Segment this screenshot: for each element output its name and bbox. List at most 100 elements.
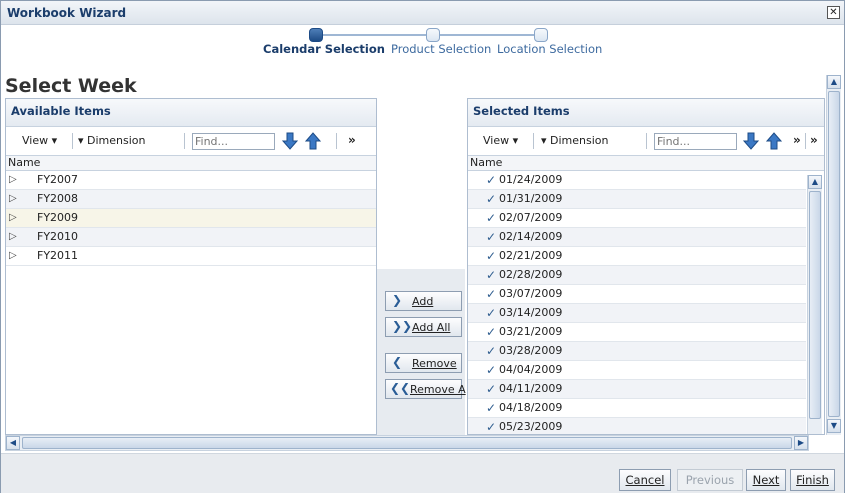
view-menu-button[interactable]: View ▾ xyxy=(22,134,57,147)
finish-button[interactable]: Finish xyxy=(790,469,835,491)
list-item[interactable]: ✓ 01/31/2009 xyxy=(468,190,806,209)
toolbar-separator xyxy=(533,133,534,149)
remove-all-button[interactable]: ❮❮ Remove A xyxy=(385,379,466,399)
close-icon[interactable]: ✕ xyxy=(827,6,840,19)
scroll-right-icon[interactable]: ▶ xyxy=(794,436,808,450)
toolbar-separator xyxy=(72,133,73,149)
selected-items-panel: Selected Items View ▾ ▾ Dimension » » Na… xyxy=(467,98,825,435)
remove-button[interactable]: ❮ Remove xyxy=(385,353,462,373)
selected-column-header[interactable]: Name xyxy=(468,155,824,171)
available-toolbar: View ▾ ▾ Dimension » xyxy=(6,129,376,155)
list-item[interactable]: ✓ 04/04/2009 xyxy=(468,361,806,380)
checkmark-icon: ✓ xyxy=(486,173,497,187)
list-item[interactable]: ✓ 02/14/2009 xyxy=(468,228,806,247)
train-label-location[interactable]: Location Selection xyxy=(497,42,602,56)
list-item[interactable]: ✓ 02/28/2009 xyxy=(468,266,806,285)
list-item[interactable]: ✓ 01/24/2009 xyxy=(468,171,806,190)
arrow-up-icon[interactable] xyxy=(766,132,782,150)
find-input[interactable] xyxy=(192,133,275,150)
list-item[interactable]: ✓ 03/07/2009 xyxy=(468,285,806,304)
available-column-header[interactable]: Name xyxy=(6,155,376,171)
toolbar-separator xyxy=(184,133,185,149)
double-chevron-icon[interactable]: » xyxy=(810,133,818,147)
view-menu-label: View xyxy=(483,134,510,147)
next-button[interactable]: Next xyxy=(746,469,786,491)
list-item[interactable]: ✓ 03/14/2009 xyxy=(468,304,806,323)
list-item[interactable]: ▷ FY2007 xyxy=(6,171,376,190)
page-horizontal-scrollbar[interactable]: ◀ ▶ xyxy=(5,435,809,451)
previous-button[interactable]: Previous xyxy=(677,469,743,491)
list-item-label: 03/21/2009 xyxy=(499,325,563,338)
available-panel-title: Available Items xyxy=(11,104,111,118)
checkmark-icon: ✓ xyxy=(486,401,497,415)
checkmark-icon: ✓ xyxy=(486,249,497,263)
scrollbar-thumb[interactable] xyxy=(809,191,821,419)
checkmark-icon: ✓ xyxy=(486,192,497,206)
scroll-up-icon[interactable]: ▲ xyxy=(808,175,822,189)
list-item[interactable]: ✓ 03/21/2009 xyxy=(468,323,806,342)
list-item-label: 04/11/2009 xyxy=(499,382,563,395)
add-button[interactable]: ❯ Add xyxy=(385,291,462,311)
move-all-right-icon: ❯❯ xyxy=(392,319,413,333)
scroll-down-icon[interactable]: ▼ xyxy=(827,419,841,433)
list-item[interactable]: ✓ 05/23/2009 xyxy=(468,418,806,434)
checkmark-icon: ✓ xyxy=(486,268,497,282)
dimension-menu-label: Dimension xyxy=(87,134,146,147)
remove-all-button-label: Remove A xyxy=(410,383,466,396)
arrow-up-icon[interactable] xyxy=(305,132,321,150)
find-input[interactable] xyxy=(654,133,737,150)
list-item[interactable]: ✓ 02/07/2009 xyxy=(468,209,806,228)
scroll-up-icon[interactable]: ▲ xyxy=(827,75,841,89)
page-vertical-scrollbar[interactable]: ▲ ▼ xyxy=(826,75,841,435)
checkmark-icon: ✓ xyxy=(486,211,497,225)
scrollbar-thumb[interactable] xyxy=(22,437,792,449)
train-stop-product[interactable] xyxy=(426,28,440,42)
remove-button-label: Remove xyxy=(412,357,457,370)
cancel-button[interactable]: Cancel xyxy=(619,469,671,491)
list-item[interactable]: ✓ 04/11/2009 xyxy=(468,380,806,399)
expand-triangle-icon[interactable]: ▷ xyxy=(9,190,17,208)
list-item[interactable]: ▷ FY2010 xyxy=(6,228,376,247)
train-label-calendar[interactable]: Calendar Selection xyxy=(263,42,385,56)
window-title: Workbook Wizard xyxy=(7,6,127,20)
list-item-label: 05/23/2009 xyxy=(499,420,563,433)
list-item[interactable]: ✓ 03/28/2009 xyxy=(468,342,806,361)
view-menu-button[interactable]: View ▾ xyxy=(483,134,518,147)
list-item[interactable]: ▷ FY2008 xyxy=(6,190,376,209)
expand-triangle-icon[interactable]: ▷ xyxy=(9,209,17,227)
checkmark-icon: ✓ xyxy=(486,363,497,377)
dimension-menu-button[interactable]: ▾ Dimension xyxy=(78,134,146,147)
arrow-down-icon[interactable] xyxy=(282,132,298,150)
add-all-button[interactable]: ❯❯ Add All xyxy=(385,317,462,337)
list-item-label: FY2009 xyxy=(37,211,79,224)
selected-list-scrollbar[interactable]: ▲ xyxy=(807,175,822,434)
list-item-label: 04/18/2009 xyxy=(499,401,563,414)
list-item-label: FY2011 xyxy=(37,249,79,262)
checkmark-icon: ✓ xyxy=(486,287,497,301)
train-stop-location[interactable] xyxy=(534,28,548,42)
list-item-label: FY2007 xyxy=(37,173,79,186)
selected-toolbar: View ▾ ▾ Dimension » » xyxy=(468,129,824,155)
train-stop-calendar[interactable] xyxy=(309,28,323,42)
arrow-down-icon[interactable] xyxy=(743,132,759,150)
toolbar-separator xyxy=(336,133,337,149)
expand-triangle-icon[interactable]: ▷ xyxy=(9,171,17,189)
selected-list: ✓ 01/24/2009 ✓ 01/31/2009 ✓ 02/07/2009 ✓ 02/… xyxy=(468,171,806,434)
list-item[interactable]: ▷ FY2011 xyxy=(6,247,376,266)
list-item[interactable]: ▷ FY2009 xyxy=(6,209,376,228)
train-connector xyxy=(440,34,534,36)
double-chevron-icon[interactable]: » xyxy=(793,133,801,147)
available-list: ▷ FY2007 ▷ FY2008 ▷ FY2009 ▷ FY2010 ▷ FY2011 xyxy=(6,171,376,266)
scrollbar-thumb[interactable] xyxy=(828,91,840,417)
expand-triangle-icon[interactable]: ▷ xyxy=(9,228,17,246)
dimension-menu-button[interactable]: ▾ Dimension xyxy=(541,134,609,147)
list-item[interactable]: ✓ 02/21/2009 xyxy=(468,247,806,266)
expand-triangle-icon[interactable]: ▷ xyxy=(9,247,17,265)
add-all-button-label: Add All xyxy=(412,321,451,334)
list-item-label: FY2008 xyxy=(37,192,79,205)
list-item[interactable]: ✓ 04/18/2009 xyxy=(468,399,806,418)
double-chevron-icon[interactable]: » xyxy=(348,133,356,147)
train-label-product[interactable]: Product Selection xyxy=(391,42,491,56)
wizard-train: Calendar Selection Product Selection Loc… xyxy=(1,25,844,65)
scroll-left-icon[interactable]: ◀ xyxy=(6,436,20,450)
